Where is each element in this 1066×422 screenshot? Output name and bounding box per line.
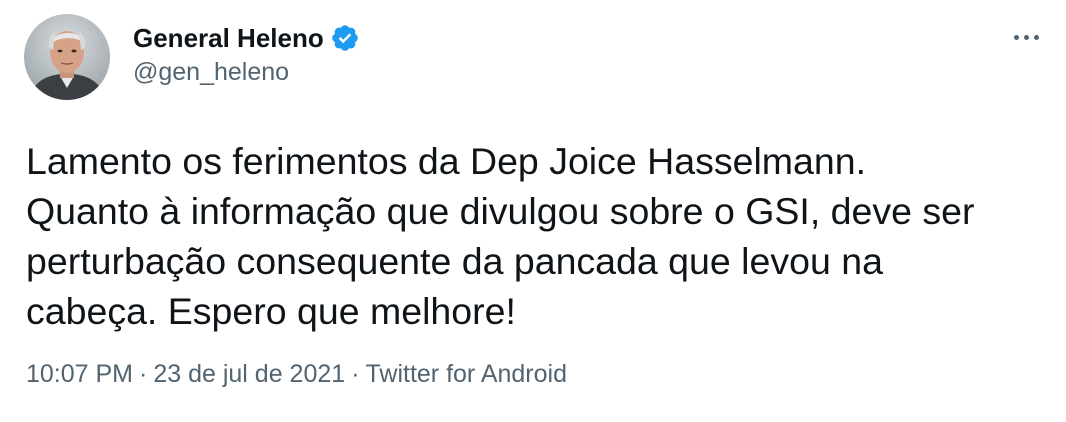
tweet-timestamp-link[interactable]: 10:07 PM · 23 de jul de 2021 xyxy=(26,360,345,388)
avatar-photo xyxy=(24,14,110,100)
tweet-text-line: Lamento os ferimentos da Dep Joice Hasse… xyxy=(26,140,867,182)
meta-separator: · xyxy=(351,360,360,388)
author-handle[interactable]: @gen_heleno xyxy=(133,58,289,87)
verified-badge-icon xyxy=(330,23,360,53)
avatar[interactable] xyxy=(24,14,110,100)
tweet-source-link[interactable]: Twitter for Android xyxy=(366,360,567,388)
tweet-metadata: 10:07 PM · 23 de jul de 2021 · Twitter for A… xyxy=(26,360,567,389)
author-name-row: General Heleno xyxy=(133,18,360,58)
author-display-name[interactable]: General Heleno xyxy=(133,23,324,54)
tweet-text-line: cabeça. Espero que melhore! xyxy=(26,290,516,332)
more-horizontal-icon xyxy=(1033,34,1039,40)
tweet-text-line: Quanto à informação que divulgou sobre o… xyxy=(26,190,975,232)
tweet-date: 23 de jul de 2021 xyxy=(153,360,346,388)
tweet-text: Lamento os ferimentos da Dep Joice Hasse… xyxy=(26,136,1036,336)
more-options-button[interactable] xyxy=(1004,22,1048,52)
tweet-text-line: perturbação consequente da pancada que l… xyxy=(26,240,883,282)
tweet-card: General Heleno @gen_heleno Lamento os fe… xyxy=(0,0,1066,422)
more-horizontal-icon xyxy=(1013,34,1019,40)
more-horizontal-icon xyxy=(1023,34,1029,40)
tweet-time: 10:07 PM xyxy=(26,360,134,388)
meta-separator: · xyxy=(139,360,148,388)
